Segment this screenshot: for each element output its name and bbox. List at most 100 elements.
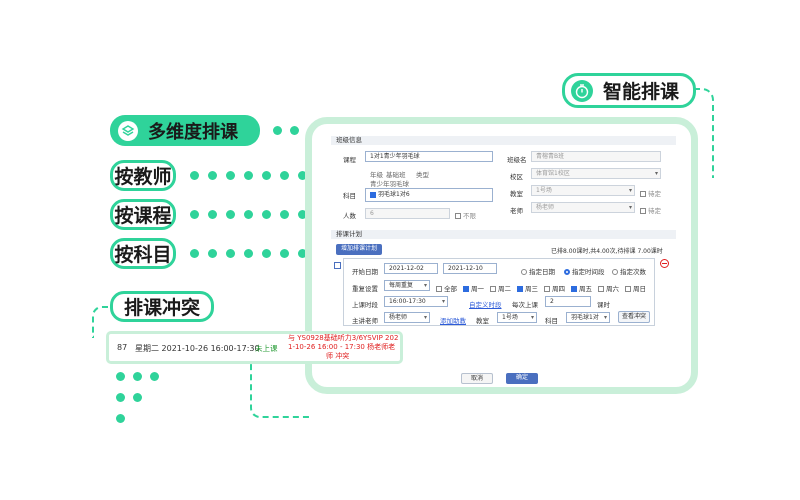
conflict-row-index: 87 [117,343,128,352]
teacher-pending-checkbox[interactable] [640,208,646,214]
day-sunday-checkbox[interactable] [625,286,631,292]
add-assistant-link[interactable]: 添加助教 [440,315,466,325]
smart-scheduling-pill: 智能排课 [562,73,696,108]
subject-box: 羽毛球1对6 [365,188,493,202]
cancel-button[interactable]: 取消 [461,373,493,384]
classroom-select[interactable]: 1号场 [531,185,635,196]
radio-specified-dot[interactable] [564,269,570,275]
campus-select[interactable]: 体育馆1校区 [531,168,661,179]
layers-icon [118,120,138,141]
subject-label: 科目 [343,192,356,200]
custom-time-link[interactable]: 自定义时段 [469,299,502,309]
start-date-input[interactable]: 2021-12-02 [384,263,438,274]
radio-count-dot[interactable] [612,269,618,275]
subject-checkbox[interactable] [370,191,376,198]
course-label: 课程 [343,156,356,164]
all-days-label: 全部 [444,285,457,293]
day-wednesday-label: 周三 [525,285,538,293]
plan-subject-label: 科目 [545,317,558,325]
conflict-label: 排课冲突 [123,297,200,319]
all-days-checkbox[interactable] [436,286,442,292]
teacher-pending[interactable]: 待定 [640,205,661,215]
day-wednesday-checkbox[interactable] [517,286,523,292]
repeat-select[interactable]: 每周重复 [384,280,430,291]
people-input[interactable]: 6 [365,208,450,219]
by-course-label: 按课程 [114,205,172,227]
all-days-option[interactable]: 全部 [436,283,457,293]
radio-count[interactable]: 指定次数 [612,266,646,276]
day-monday[interactable]: 周一 [463,283,484,293]
day-friday[interactable]: 周五 [571,283,592,293]
radio-count-label: 指定次数 [620,268,646,276]
day-friday-checkbox[interactable] [571,286,577,292]
teacher-select[interactable]: 杨老师 [531,202,635,213]
people-label: 人数 [343,212,356,220]
teacher-pending-label: 待定 [648,207,661,215]
day-monday-label: 周一 [471,285,484,293]
conflict-row-message-3: 师 冲突 [326,352,350,360]
by-teacher-label: 按教师 [114,166,172,188]
multi-dimension-label: 多维度排课 [148,121,238,143]
radio-specified-label: 指定时间段 [572,268,605,276]
smart-scheduling-label: 智能排课 [603,81,680,103]
multi-dimension-scheduling-pill: 多维度排课 [110,115,260,146]
plan-header: 排课计划 [331,230,676,239]
plan-subject-select[interactable]: 羽毛球1对 [566,312,610,323]
type-value: 青少年羽毛球 [370,180,409,188]
campus-label: 校区 [510,173,523,181]
end-date-input[interactable]: 2021-12-10 [443,263,497,274]
plan-summary: 已排8.00课时,共4.00次,待排课 7.00课时 [551,248,663,255]
classroom-pending-checkbox[interactable] [640,191,646,197]
radio-end-date-dot[interactable] [521,269,527,275]
start-date-label: 开始日期 [352,268,378,276]
course-input[interactable]: 1对1青少年羽毛球 [365,151,493,162]
teacher-label: 老师 [510,207,523,215]
time-label: 上课时段 [352,301,378,309]
day-sunday[interactable]: 周日 [625,283,646,293]
minus-circle-icon[interactable] [660,259,669,268]
radio-specified[interactable]: 指定时间段 [564,266,605,276]
per-class-input[interactable]: 2 [545,296,591,307]
radio-end-date-label: 指定日期 [529,268,555,276]
class-name-label: 班级名 [507,156,527,164]
day-tuesday-label: 周二 [498,285,511,293]
unlimited-checkbox[interactable] [455,213,461,219]
class-name-input[interactable]: 青榕青B班 [531,151,661,162]
conflict-dashed-connector-bottom [250,360,312,418]
day-thursday-label: 周四 [552,285,565,293]
time-select[interactable]: 16:00-17:30 [384,296,448,307]
unlimited-label: 不限 [463,212,476,220]
class-info-header: 班级信息 [331,136,676,145]
day-tuesday-checkbox[interactable] [490,286,496,292]
timer-icon [571,79,593,102]
radio-end-date[interactable]: 指定日期 [521,266,555,276]
unlimited-option[interactable]: 不限 [455,210,476,220]
day-thursday[interactable]: 周四 [544,283,565,293]
day-saturday[interactable]: 周六 [598,283,619,293]
conflict-row-status: 未上课 [255,344,278,353]
day-sunday-label: 周日 [633,285,646,293]
day-tuesday[interactable]: 周二 [490,283,511,293]
by-course-pill: 按课程 [110,199,176,230]
confirm-button[interactable]: 确定 [506,373,538,384]
conflict-row-datetime: 星期二 2021-10-26 16:00-17:30 [135,344,260,353]
classroom-pending[interactable]: 待定 [640,188,661,198]
day-wednesday[interactable]: 周三 [517,283,538,293]
check-conflict-button[interactable]: 查看冲突 [618,311,650,323]
by-subject-pill: 按科目 [110,238,176,269]
type-label: 类型 [416,171,429,179]
by-subject-label: 按科目 [114,244,172,266]
repeat-label: 重复设置 [352,285,378,293]
day-saturday-checkbox[interactable] [598,286,604,292]
subject-value: 羽毛球1对6 [378,191,410,198]
add-plan-button[interactable]: 增加排课计划 [336,244,382,255]
plan-classroom-label: 教室 [476,317,489,325]
main-teacher-select[interactable]: 杨老师 [384,312,430,323]
day-monday-checkbox[interactable] [463,286,469,292]
by-teacher-pill: 按教师 [110,160,176,191]
classroom-pending-label: 待定 [648,190,661,198]
per-class-label: 每次上课 [512,301,538,309]
classroom-label: 教室 [510,190,523,198]
plan-classroom-select[interactable]: 1号场 [497,312,537,323]
day-thursday-checkbox[interactable] [544,286,550,292]
